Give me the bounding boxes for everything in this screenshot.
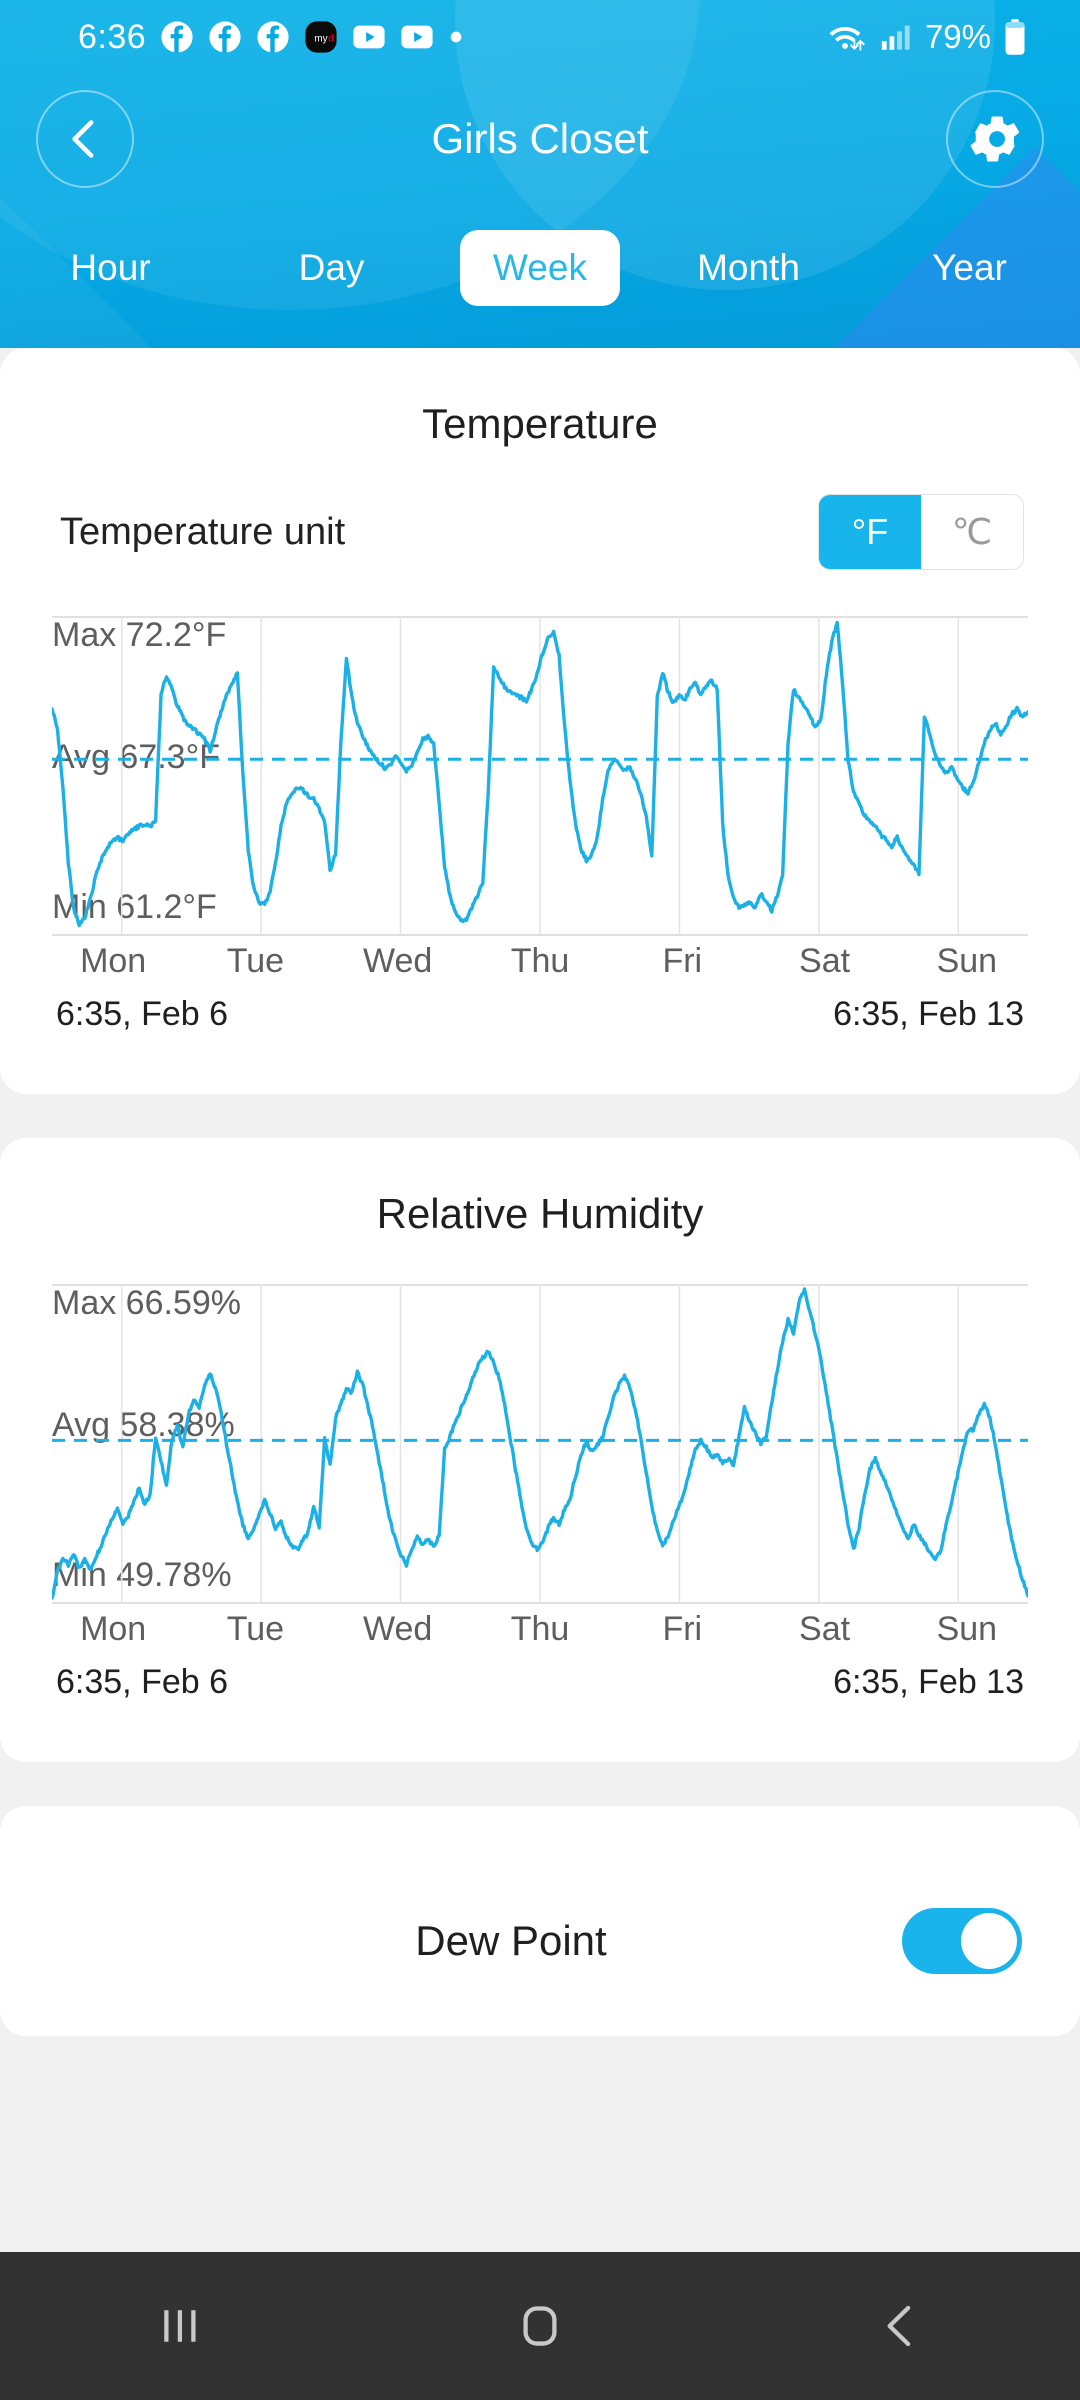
- humidity-chart-svg[interactable]: [52, 1284, 1028, 1604]
- back-icon: [887, 2305, 911, 2347]
- humidity-plot[interactable]: [52, 1284, 1028, 1604]
- dew-point-row: Dew Point: [0, 1806, 1080, 1974]
- app-header: 6:36 my d 79% Girls Closet Hour Day Week…: [0, 0, 1080, 348]
- tab-week[interactable]: Week: [460, 230, 620, 306]
- card-gap: [0, 1094, 1080, 1138]
- temperature-card: Temperature Temperature unit °F ℃ Max 72…: [0, 348, 1080, 1094]
- card-gap: [0, 1762, 1080, 1806]
- axis-tick-sun: Sun: [936, 942, 998, 980]
- tab-day[interactable]: Day: [221, 230, 442, 306]
- temperature-card-title: Temperature: [422, 400, 658, 447]
- humidity-chart-block: Max 66.59% Avg 58.38% Min 49.78%: [0, 1284, 1080, 1604]
- facebook-icon: [257, 21, 289, 53]
- humidity-card: Relative Humidity Max 66.59% Avg 58.38% …: [0, 1138, 1080, 1762]
- axis-tick-sun: Sun: [936, 1610, 998, 1648]
- recents-button[interactable]: [0, 2299, 360, 2353]
- scroll-content[interactable]: Temperature Temperature unit °F ℃ Max 72…: [0, 348, 1080, 2268]
- dew-point-toggle[interactable]: [902, 1908, 1022, 1974]
- dew-point-toggle-knob: [961, 1913, 1017, 1969]
- svg-text:my: my: [315, 33, 328, 44]
- temperature-range-end: 6:35, Feb 13: [833, 995, 1024, 1033]
- temperature-unit-label: Temperature unit: [60, 510, 346, 553]
- title-bar: Girls Closet: [0, 76, 1080, 206]
- wifi-icon: [829, 27, 865, 51]
- recents-icon: [164, 2310, 196, 2342]
- dew-point-title: Dew Point: [415, 1917, 607, 1964]
- youtube-icon: [401, 25, 433, 49]
- axis-tick-fri: Fri: [662, 1610, 703, 1648]
- temperature-range-row: 6:35, Feb 6 6:35, Feb 13: [0, 981, 1080, 1094]
- axis-tick-sat: Sat: [799, 942, 851, 980]
- status-bar-left: 6:36 my d: [0, 18, 464, 57]
- facebook-icon: [161, 21, 193, 53]
- battery-icon: [1005, 18, 1025, 55]
- dot-icon: [450, 31, 462, 43]
- cellular-signal-icon: [881, 25, 910, 50]
- axis-tick-mon: Mon: [80, 942, 147, 980]
- dew-point-card: Dew Point: [0, 1806, 1080, 2036]
- tab-hour[interactable]: Hour: [0, 230, 221, 306]
- mydish-icon: my d: [305, 21, 337, 53]
- temperature-unit-toggle[interactable]: °F ℃: [818, 494, 1024, 570]
- unit-option-fahrenheit[interactable]: °F: [819, 495, 921, 569]
- home-icon: [523, 2306, 557, 2346]
- humidity-range-end: 6:35, Feb 13: [833, 1663, 1024, 1701]
- period-tabs[interactable]: Hour Day Week Month Year: [0, 212, 1080, 324]
- temperature-chart-block: Max 72.2°F Avg 67.3°F Min 61.2°F: [0, 616, 1080, 936]
- humidity-range-row: 6:35, Feb 6 6:35, Feb 13: [0, 1649, 1080, 1762]
- axis-tick-wed: Wed: [363, 1610, 433, 1648]
- temperature-plot[interactable]: [52, 616, 1028, 936]
- settings-button[interactable]: [946, 90, 1044, 188]
- temperature-unit-row: Temperature unit °F ℃: [0, 448, 1080, 570]
- tab-month[interactable]: Month: [638, 230, 859, 306]
- battery-percentage: 79%: [924, 18, 991, 55]
- tab-year[interactable]: Year: [859, 230, 1080, 306]
- axis-tick-tue: Tue: [226, 942, 285, 980]
- status-clock: 6:36: [78, 17, 147, 56]
- svg-text:d: d: [328, 33, 334, 44]
- unit-option-celsius[interactable]: ℃: [921, 495, 1023, 569]
- status-bar: 6:36 my d 79%: [0, 0, 1080, 74]
- home-button[interactable]: [360, 2299, 720, 2353]
- humidity-x-axis: Mon Tue Wed Thu Fri Sat Sun: [0, 1610, 1080, 1649]
- humidity-range-start: 6:35, Feb 6: [56, 1663, 229, 1701]
- axis-tick-fri: Fri: [662, 942, 703, 980]
- axis-tick-thu: Thu: [510, 942, 570, 980]
- youtube-icon: [353, 25, 385, 49]
- page-title: Girls Closet: [431, 115, 649, 162]
- temperature-chart-svg[interactable]: [52, 616, 1028, 936]
- axis-tick-wed: Wed: [363, 942, 433, 980]
- axis-tick-mon: Mon: [80, 1610, 147, 1648]
- axis-tick-sat: Sat: [799, 1610, 851, 1648]
- temperature-range-start: 6:35, Feb 6: [56, 995, 229, 1033]
- temperature-x-axis: Mon Tue Wed Thu Fri Sat Sun: [0, 942, 1080, 981]
- gear-icon: [970, 116, 1020, 162]
- system-navigation-bar: [0, 2252, 1080, 2400]
- axis-tick-tue: Tue: [226, 1610, 285, 1648]
- back-button[interactable]: [720, 2299, 1080, 2353]
- status-bar-right: 79%: [823, 18, 1080, 56]
- humidity-card-title: Relative Humidity: [376, 1190, 704, 1237]
- facebook-icon: [209, 21, 241, 53]
- axis-tick-thu: Thu: [510, 1610, 570, 1648]
